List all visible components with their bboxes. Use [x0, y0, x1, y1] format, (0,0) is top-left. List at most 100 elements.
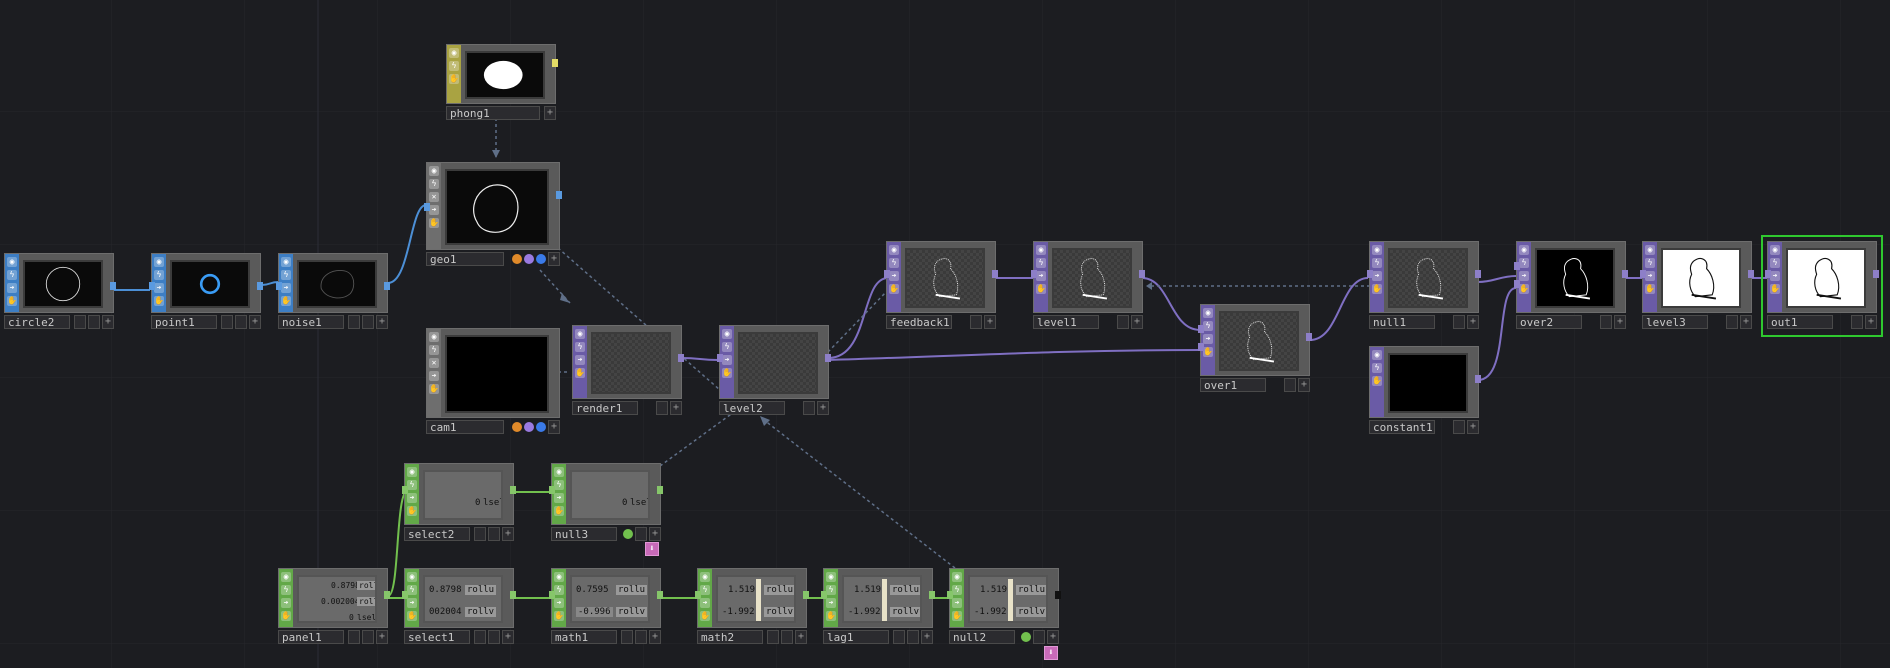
flag-button[interactable] [348, 315, 360, 329]
lightning-icon[interactable]: ϟ [154, 270, 164, 280]
x-icon[interactable]: ✕ [429, 358, 439, 368]
output-connector[interactable] [257, 282, 263, 290]
output-connector[interactable] [1055, 591, 1061, 599]
input-connector[interactable] [1640, 270, 1646, 278]
plus-icon[interactable]: + [1614, 315, 1626, 329]
output-connector[interactable] [803, 591, 809, 599]
lightning-icon[interactable]: ϟ [281, 585, 291, 595]
plus-icon[interactable]: + [1131, 315, 1143, 329]
hand-icon[interactable]: ✋ [1203, 347, 1213, 357]
output-connector[interactable] [1748, 270, 1754, 278]
eye-icon[interactable]: ◉ [449, 48, 459, 58]
x-icon[interactable]: ✕ [429, 192, 439, 202]
output-connector[interactable] [992, 270, 998, 278]
flag-button[interactable] [635, 527, 647, 541]
lightning-icon[interactable]: ϟ [575, 342, 585, 352]
node-math1[interactable]: ◉ ϟ ➔ ✋ 0.7595 rollu -0.996 rollv math1 + [549, 568, 663, 644]
flag-dot-purple[interactable] [524, 422, 534, 432]
lightning-icon[interactable]: ϟ [1372, 363, 1382, 373]
eye-icon[interactable]: ◉ [722, 329, 732, 339]
output-connector[interactable] [1475, 270, 1481, 278]
node-name[interactable]: over1 [1200, 378, 1266, 392]
flag-button[interactable] [656, 401, 668, 415]
flag-dot-green[interactable] [623, 529, 633, 539]
node-name[interactable]: render1 [572, 401, 638, 415]
node-name[interactable]: level3 [1642, 315, 1708, 329]
eye-icon[interactable]: ◉ [1770, 245, 1780, 255]
hand-icon[interactable]: ✋ [407, 506, 417, 516]
node-level2[interactable]: ◉ ϟ ➔ ✋ level2 + [717, 325, 831, 415]
hand-icon[interactable]: ✋ [575, 368, 585, 378]
flag-button[interactable] [1117, 315, 1129, 329]
hand-icon[interactable]: ✋ [429, 218, 439, 228]
flag-button[interactable] [970, 315, 982, 329]
eye-icon[interactable]: ◉ [7, 257, 17, 267]
output-connector[interactable] [1306, 333, 1312, 341]
node-constant1[interactable]: ◉ ϟ ✋ constant1 + [1369, 346, 1481, 434]
flag-button[interactable] [88, 315, 100, 329]
flag-button[interactable] [348, 630, 360, 644]
flag-button[interactable] [474, 630, 486, 644]
node-name[interactable]: null3 [551, 527, 617, 541]
input-connector[interactable] [1765, 270, 1771, 278]
node-name[interactable]: feedback1 [886, 315, 952, 329]
node-point1[interactable]: ◉ ϟ ➔ ✋ point1 + [149, 253, 263, 329]
node-cam1[interactable]: ◉ ϟ ✕ ➔ ✋ cam1 + [426, 328, 560, 434]
input-connector[interactable] [1198, 325, 1204, 333]
flag-dot-blue[interactable] [536, 254, 546, 264]
flag-button[interactable] [362, 630, 374, 644]
lightning-icon[interactable]: ϟ [554, 480, 564, 490]
hand-icon[interactable]: ✋ [722, 368, 732, 378]
lightning-icon[interactable]: ϟ [449, 61, 459, 71]
hand-icon[interactable]: ✋ [889, 284, 899, 294]
node-null3[interactable]: ◉ ϟ ➔ ✋ 0 lselect null3 + [549, 463, 663, 541]
flag-button[interactable] [1453, 315, 1465, 329]
flag-button[interactable] [893, 630, 905, 644]
node-level1[interactable]: ◉ ϟ ➔ ✋ level1 + [1031, 241, 1145, 329]
input-connector[interactable] [549, 486, 555, 494]
lightning-icon[interactable]: ϟ [1645, 258, 1655, 268]
flag-button[interactable] [1284, 378, 1296, 392]
arrow-icon[interactable]: ➔ [281, 598, 291, 608]
eye-icon[interactable]: ◉ [429, 166, 439, 176]
arrow-icon[interactable]: ➔ [281, 283, 291, 293]
lightning-icon[interactable]: ϟ [554, 585, 564, 595]
flag-button[interactable] [1726, 315, 1738, 329]
hand-icon[interactable]: ✋ [1372, 284, 1382, 294]
arrow-icon[interactable]: ➔ [429, 205, 439, 215]
flag-button[interactable] [362, 315, 374, 329]
arrow-icon[interactable]: ➔ [407, 598, 417, 608]
plus-icon[interactable]: + [102, 315, 114, 329]
hand-icon[interactable]: ✋ [952, 611, 962, 621]
flag-button[interactable] [474, 527, 486, 541]
node-name[interactable]: constant1 [1369, 420, 1435, 434]
eye-icon[interactable]: ◉ [889, 245, 899, 255]
output-connector[interactable] [1873, 270, 1879, 278]
output-connector[interactable] [1475, 375, 1481, 383]
eye-icon[interactable]: ◉ [575, 329, 585, 339]
lightning-icon[interactable]: ϟ [889, 258, 899, 268]
arrow-icon[interactable]: ➔ [429, 371, 439, 381]
input-connector[interactable] [717, 354, 723, 362]
node-phong1[interactable]: ◉ ϟ ✋ phong1 + [446, 44, 558, 120]
input-connector[interactable] [424, 203, 430, 211]
hand-icon[interactable]: ✋ [281, 296, 291, 306]
flag-dot-purple[interactable] [524, 254, 534, 264]
lightning-icon[interactable]: ϟ [826, 585, 836, 595]
hand-icon[interactable]: ✋ [1645, 284, 1655, 294]
eye-icon[interactable]: ◉ [281, 572, 291, 582]
plus-icon[interactable]: + [1047, 630, 1059, 644]
output-connector[interactable] [825, 354, 831, 362]
eye-icon[interactable]: ◉ [154, 257, 164, 267]
input-connector[interactable] [821, 591, 827, 599]
flag-button[interactable] [1851, 315, 1863, 329]
plus-icon[interactable]: + [376, 315, 388, 329]
input-connector[interactable] [947, 591, 953, 599]
input-connector[interactable] [695, 591, 701, 599]
input-connector[interactable] [1514, 280, 1520, 288]
lightning-icon[interactable]: ϟ [429, 345, 439, 355]
node-name[interactable]: select1 [404, 630, 470, 644]
plus-icon[interactable]: + [548, 420, 560, 434]
eye-icon[interactable]: ◉ [1036, 245, 1046, 255]
flag-dot-orange[interactable] [512, 254, 522, 264]
